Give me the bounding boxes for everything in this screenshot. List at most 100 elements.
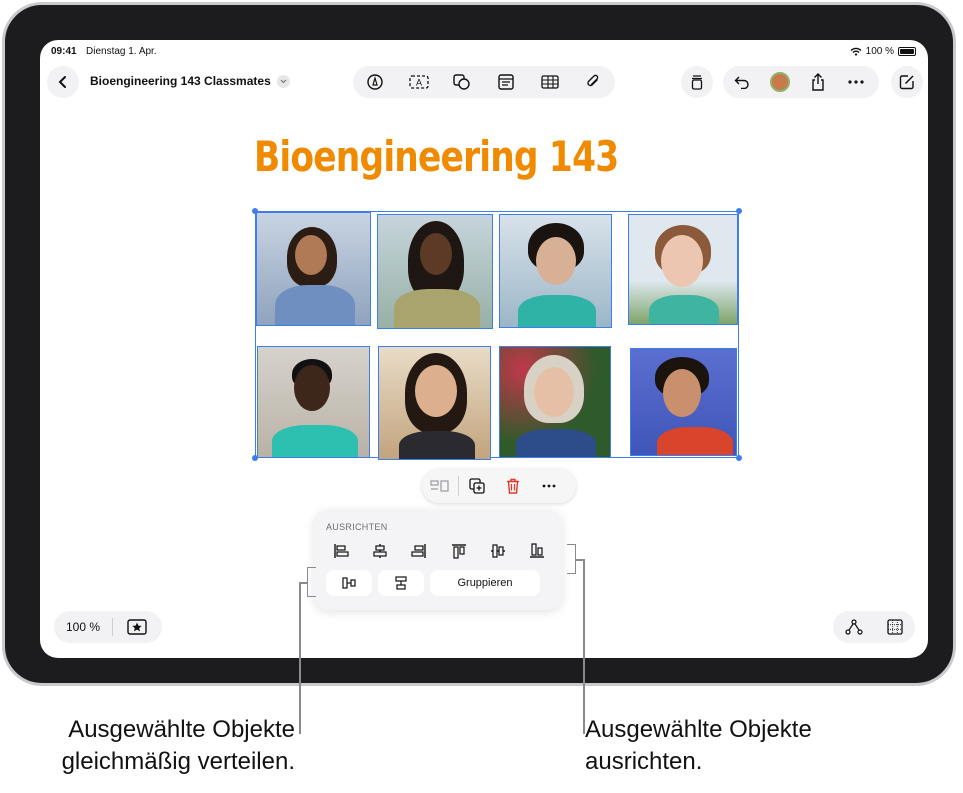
grid-button[interactable] [880,611,910,643]
distribute-bracket [307,567,316,597]
board-title[interactable]: Bioengineering 143 [254,132,619,181]
collab-tools [723,66,879,98]
align-left-icon [334,544,349,558]
view-options-icon [691,75,703,90]
attachment-icon [587,74,599,87]
wifi-icon [850,47,862,56]
photo-classmate-3[interactable] [499,214,612,328]
document-title: Bioengineering 143 Classmates [90,74,271,88]
align-callout-line1: Ausgewählte Objekte [585,716,812,743]
attachment-button[interactable] [571,66,615,98]
zoom-level-button[interactable]: 100 % [54,620,112,634]
photo-classmate-7[interactable] [499,346,611,458]
distribute-vertical-icon [395,576,407,590]
arrange-button[interactable] [422,469,458,503]
battery-icon [898,47,916,56]
duplicate-button[interactable] [459,469,495,503]
photo-classmate-8[interactable] [630,348,737,456]
pen-icon [367,74,383,90]
align-right-icon [411,544,427,558]
more-options-button[interactable] [531,469,567,503]
freeform-screen: 09:41 Dienstag 1. Apr. 100 % Bioengineer… [40,40,928,658]
connection-points-button[interactable] [839,611,869,643]
delete-button[interactable] [495,469,531,503]
chevron-left-icon [58,76,66,88]
group-button[interactable]: Gruppieren [430,570,540,596]
distribute-and-group: Gruppieren [326,570,540,596]
table-icon [540,75,559,89]
top-toolbar: Bioengineering 143 Classmates A [40,66,928,98]
arrange-icon [430,480,449,492]
distribute-leader-v [299,582,301,734]
share-icon [812,73,824,91]
pen-button[interactable] [353,66,397,98]
distribute-callout-line1: Ausgewählte Objekte [68,716,295,743]
document-title-button[interactable]: Bioengineering 143 Classmates [90,74,290,88]
view-options-button[interactable] [681,66,713,98]
text-box-button[interactable]: A [397,66,441,98]
sticky-note-button[interactable] [484,66,528,98]
align-center-horizontal-icon [373,544,387,558]
view-controls [833,611,915,643]
align-right-button[interactable] [406,540,432,562]
photo-classmate-6[interactable] [378,346,491,460]
battery-percent: 100 % [865,46,894,57]
align-center-vertical-icon [490,544,505,558]
more-icon [848,80,864,84]
avatar [770,72,790,92]
status-date: Dienstag 1. Apr. [86,46,157,57]
photo-classmate-5[interactable] [257,346,370,458]
photo-classmate-1[interactable] [256,212,371,326]
distribute-horizontal-button[interactable] [326,570,372,596]
align-leader-v [583,559,585,734]
align-bottom-icon [529,543,544,558]
undo-button[interactable] [723,66,761,98]
align-callout-line2: ausrichten. [585,748,703,775]
connection-points-icon [844,619,863,635]
insert-tools: A [353,66,615,98]
shapes-button[interactable] [440,66,484,98]
status-bar: 09:41 Dienstag 1. Apr. 100 % [40,46,928,60]
table-button[interactable] [528,66,572,98]
align-bracket [567,544,576,574]
shapes-icon [453,74,470,90]
status-time: 09:41 [51,46,77,57]
align-top-button[interactable] [446,540,472,562]
align-header: AUSRICHTEN [326,522,388,532]
zoom-control: 100 % [54,611,162,643]
distribute-callout: Ausgewählte Objekte gleichmäßig verteile… [62,714,295,778]
duplicate-icon [469,478,485,494]
chevron-down-icon [276,74,290,88]
back-button[interactable] [47,66,79,98]
more-icon [542,484,556,488]
more-button[interactable] [837,66,875,98]
align-bottom-button[interactable] [524,540,550,562]
new-board-button[interactable] [891,66,923,98]
photo-classmate-4[interactable] [628,214,738,325]
share-button[interactable] [799,66,837,98]
favorite-button[interactable] [113,611,161,643]
trash-icon [507,478,519,494]
status-indicators: 100 % [850,46,916,57]
distribute-callout-line2: gleichmäßig verteilen. [61,748,295,775]
ipad-frame: 09:41 Dienstag 1. Apr. 100 % Bioengineer… [2,2,956,686]
align-center-vertical-button[interactable] [485,540,511,562]
align-left-button[interactable] [328,540,354,562]
star-icon [127,619,147,635]
text-box-icon: A [408,75,429,89]
align-center-horizontal-button[interactable] [367,540,393,562]
sticky-note-icon [498,74,514,90]
align-popover: AUSRICHTEN Gruppieren [314,510,562,610]
photo-classmate-2[interactable] [377,214,493,329]
align-buttons [328,540,550,562]
selection-toolbar [422,469,576,503]
undo-icon [734,76,749,89]
align-top-icon [451,544,466,559]
align-callout: Ausgewählte Objekte ausrichten. [585,714,812,778]
collaborator-avatar-button[interactable] [761,66,799,98]
compose-icon [899,75,914,90]
distribute-horizontal-icon [342,577,356,589]
grid-icon [886,619,903,635]
svg-text:A: A [415,78,421,88]
distribute-vertical-button[interactable] [378,570,424,596]
